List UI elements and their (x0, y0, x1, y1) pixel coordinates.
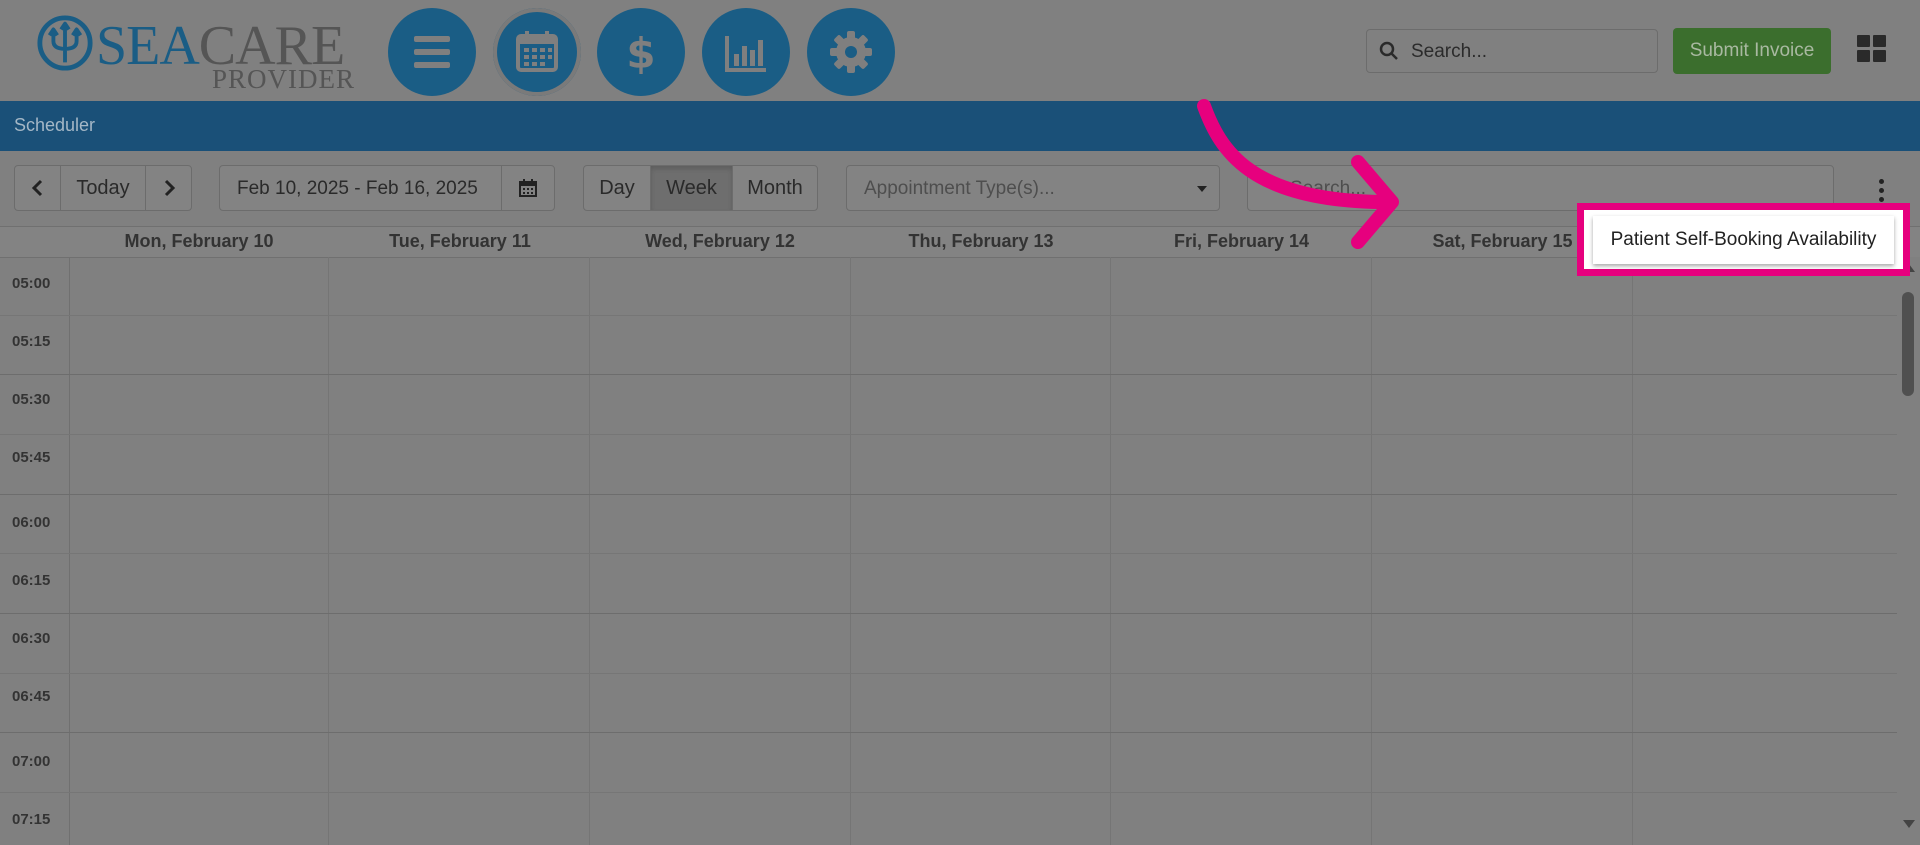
slot-divider (0, 792, 1897, 793)
view-month-button[interactable]: Month (732, 165, 818, 211)
menu-button[interactable] (388, 8, 476, 96)
page-title: Scheduler (14, 115, 96, 135)
time-label: 06:30 (12, 630, 51, 647)
day-column-divider (850, 257, 851, 845)
date-range-picker[interactable]: Feb 10, 2025 - Feb 16, 2025 (219, 165, 555, 211)
logo-subtitle: PROVIDER (212, 64, 356, 94)
time-label: 05:15 (12, 333, 51, 350)
trident-logo-icon (37, 15, 93, 71)
day-column-divider (1632, 257, 1633, 845)
time-label: 05:30 (12, 391, 51, 408)
time-label: 06:45 (12, 688, 51, 705)
hamburger-icon (414, 36, 450, 68)
day-header-wed: Wed, February 12 (645, 231, 795, 251)
time-label: 06:15 (12, 572, 51, 589)
top-navbar: SEACARE PROVIDER $ Search... Submit Invo… (0, 0, 1920, 101)
appointment-type-select[interactable]: Appointment Type(s)... (846, 165, 1220, 211)
more-options-icon[interactable] (1878, 179, 1886, 203)
today-button[interactable]: Today (60, 165, 146, 211)
time-label: 05:00 (12, 275, 51, 292)
slot-divider (0, 315, 1897, 316)
slot-divider (0, 494, 1897, 495)
annotation-arrow-icon (1197, 99, 1399, 249)
bar-chart-icon (725, 36, 766, 72)
global-search-input[interactable] (1409, 36, 1653, 68)
calendar-icon (516, 31, 558, 72)
time-label: 05:45 (12, 449, 51, 466)
slot-divider (0, 732, 1897, 733)
svg-text:$: $ (626, 29, 655, 76)
view-day-button[interactable]: Day (583, 165, 651, 211)
highlighted-menu-item-frame: Patient Self-Booking Availability (1577, 203, 1910, 276)
dollar-icon: $ (626, 29, 655, 76)
page-title-bar: Scheduler (0, 101, 1920, 151)
date-range-value: Feb 10, 2025 - Feb 16, 2025 (237, 178, 478, 199)
calendar-grid[interactable]: 05:00 05:15 05:30 05:45 06:00 06:15 06:3… (0, 257, 1897, 845)
date-picker-button[interactable] (501, 166, 554, 210)
reports-nav-button[interactable] (702, 8, 790, 96)
gear-icon (830, 31, 872, 73)
day-header-tue: Tue, February 11 (389, 231, 531, 251)
next-button[interactable] (145, 165, 192, 211)
appointment-type-placeholder: Appointment Type(s)... (864, 178, 1055, 199)
calendar-icon (519, 179, 537, 197)
slot-divider (0, 673, 1897, 674)
day-header-mon: Mon, February 10 (124, 231, 274, 251)
time-label: 07:15 (12, 811, 51, 828)
time-label: 06:00 (12, 514, 51, 531)
day-header-thu: Thu, February 13 (908, 231, 1054, 251)
scroll-down-arrow-icon[interactable] (1903, 820, 1915, 828)
slot-divider (0, 613, 1897, 614)
billing-nav-button[interactable]: $ (597, 8, 685, 96)
patient-self-booking-availability-menu-item[interactable]: Patient Self-Booking Availability (1593, 216, 1894, 264)
chevron-left-icon (31, 179, 42, 197)
scheduler-nav-button[interactable] (493, 8, 581, 96)
day-column-divider (328, 257, 329, 845)
time-label: 07:00 (12, 753, 51, 770)
chevron-right-icon (164, 179, 175, 197)
slot-divider (0, 374, 1897, 375)
previous-button[interactable] (14, 165, 61, 211)
global-search[interactable] (1366, 29, 1658, 73)
search-icon (1379, 41, 1398, 60)
day-column-divider (1371, 257, 1372, 845)
day-column-divider (589, 257, 590, 845)
seacare-logo[interactable]: SEACARE PROVIDER (34, 12, 364, 94)
submit-invoice-button[interactable]: Submit Invoice (1673, 28, 1831, 74)
settings-nav-button[interactable] (807, 8, 895, 96)
scrollbar-thumb[interactable] (1902, 292, 1914, 396)
view-week-button[interactable]: Week (650, 165, 733, 211)
day-column-divider (1110, 257, 1111, 845)
slot-divider (0, 434, 1897, 435)
apps-grid-icon[interactable] (1857, 35, 1887, 63)
slot-divider (0, 553, 1897, 554)
